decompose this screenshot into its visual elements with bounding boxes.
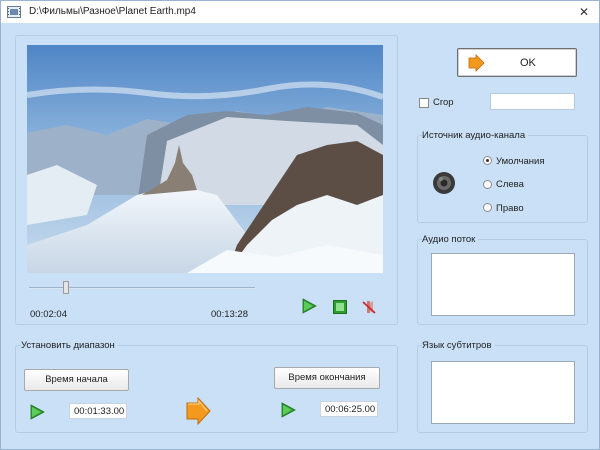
ok-button[interactable]: OK: [457, 48, 577, 77]
total-time: 00:13:28: [211, 309, 248, 320]
end-play-icon[interactable]: [280, 402, 296, 418]
mute-icon[interactable]: [361, 299, 377, 315]
audio-channel-title: Источник аудио-канала: [422, 130, 529, 141]
stop-icon[interactable]: [332, 299, 348, 315]
radio-right-label: Право: [496, 203, 524, 214]
crop-label: Crop: [433, 97, 454, 108]
crop-input[interactable]: [490, 93, 575, 110]
media-settings-window: D:\Фильмы\Разное\Planet Earth.mp4 ✕ 00:0…: [0, 0, 600, 450]
radio-default-label: Умолчания: [496, 156, 545, 167]
range-title: Установить диапазон: [21, 340, 118, 351]
current-time: 00:02:04: [30, 309, 67, 320]
radio-left[interactable]: [483, 180, 492, 189]
crop-checkbox[interactable]: [419, 98, 429, 108]
film-icon: [7, 6, 21, 18]
audio-stream-title: Аудио поток: [422, 234, 479, 245]
radio-left-label: Слева: [496, 179, 524, 190]
start-play-icon[interactable]: [29, 404, 45, 420]
start-time-field[interactable]: 00:01:33.00: [69, 403, 127, 419]
title-bar: D:\Фильмы\Разное\Planet Earth.mp4 ✕: [1, 1, 599, 23]
ok-label: OK: [520, 57, 536, 69]
video-preview: [27, 45, 383, 273]
start-time-button[interactable]: Время начала: [24, 369, 129, 391]
arrow-right-icon: [186, 397, 211, 425]
window-title: D:\Фильмы\Разное\Planet Earth.mp4: [29, 6, 196, 17]
radio-right[interactable]: [483, 203, 492, 212]
play-icon[interactable]: [301, 298, 317, 314]
audio-stream-list[interactable]: [431, 253, 575, 316]
close-button[interactable]: ✕: [575, 4, 593, 20]
radio-default[interactable]: [483, 156, 492, 165]
subtitle-title: Язык субтитров: [422, 340, 495, 351]
arrow-right-icon: [468, 54, 485, 72]
subtitle-list[interactable]: [431, 361, 575, 424]
end-time-field[interactable]: 00:06:25.00: [320, 401, 378, 417]
speaker-icon: [433, 172, 455, 194]
seek-thumb[interactable]: [63, 281, 69, 294]
end-time-button[interactable]: Время окончания: [274, 367, 380, 389]
